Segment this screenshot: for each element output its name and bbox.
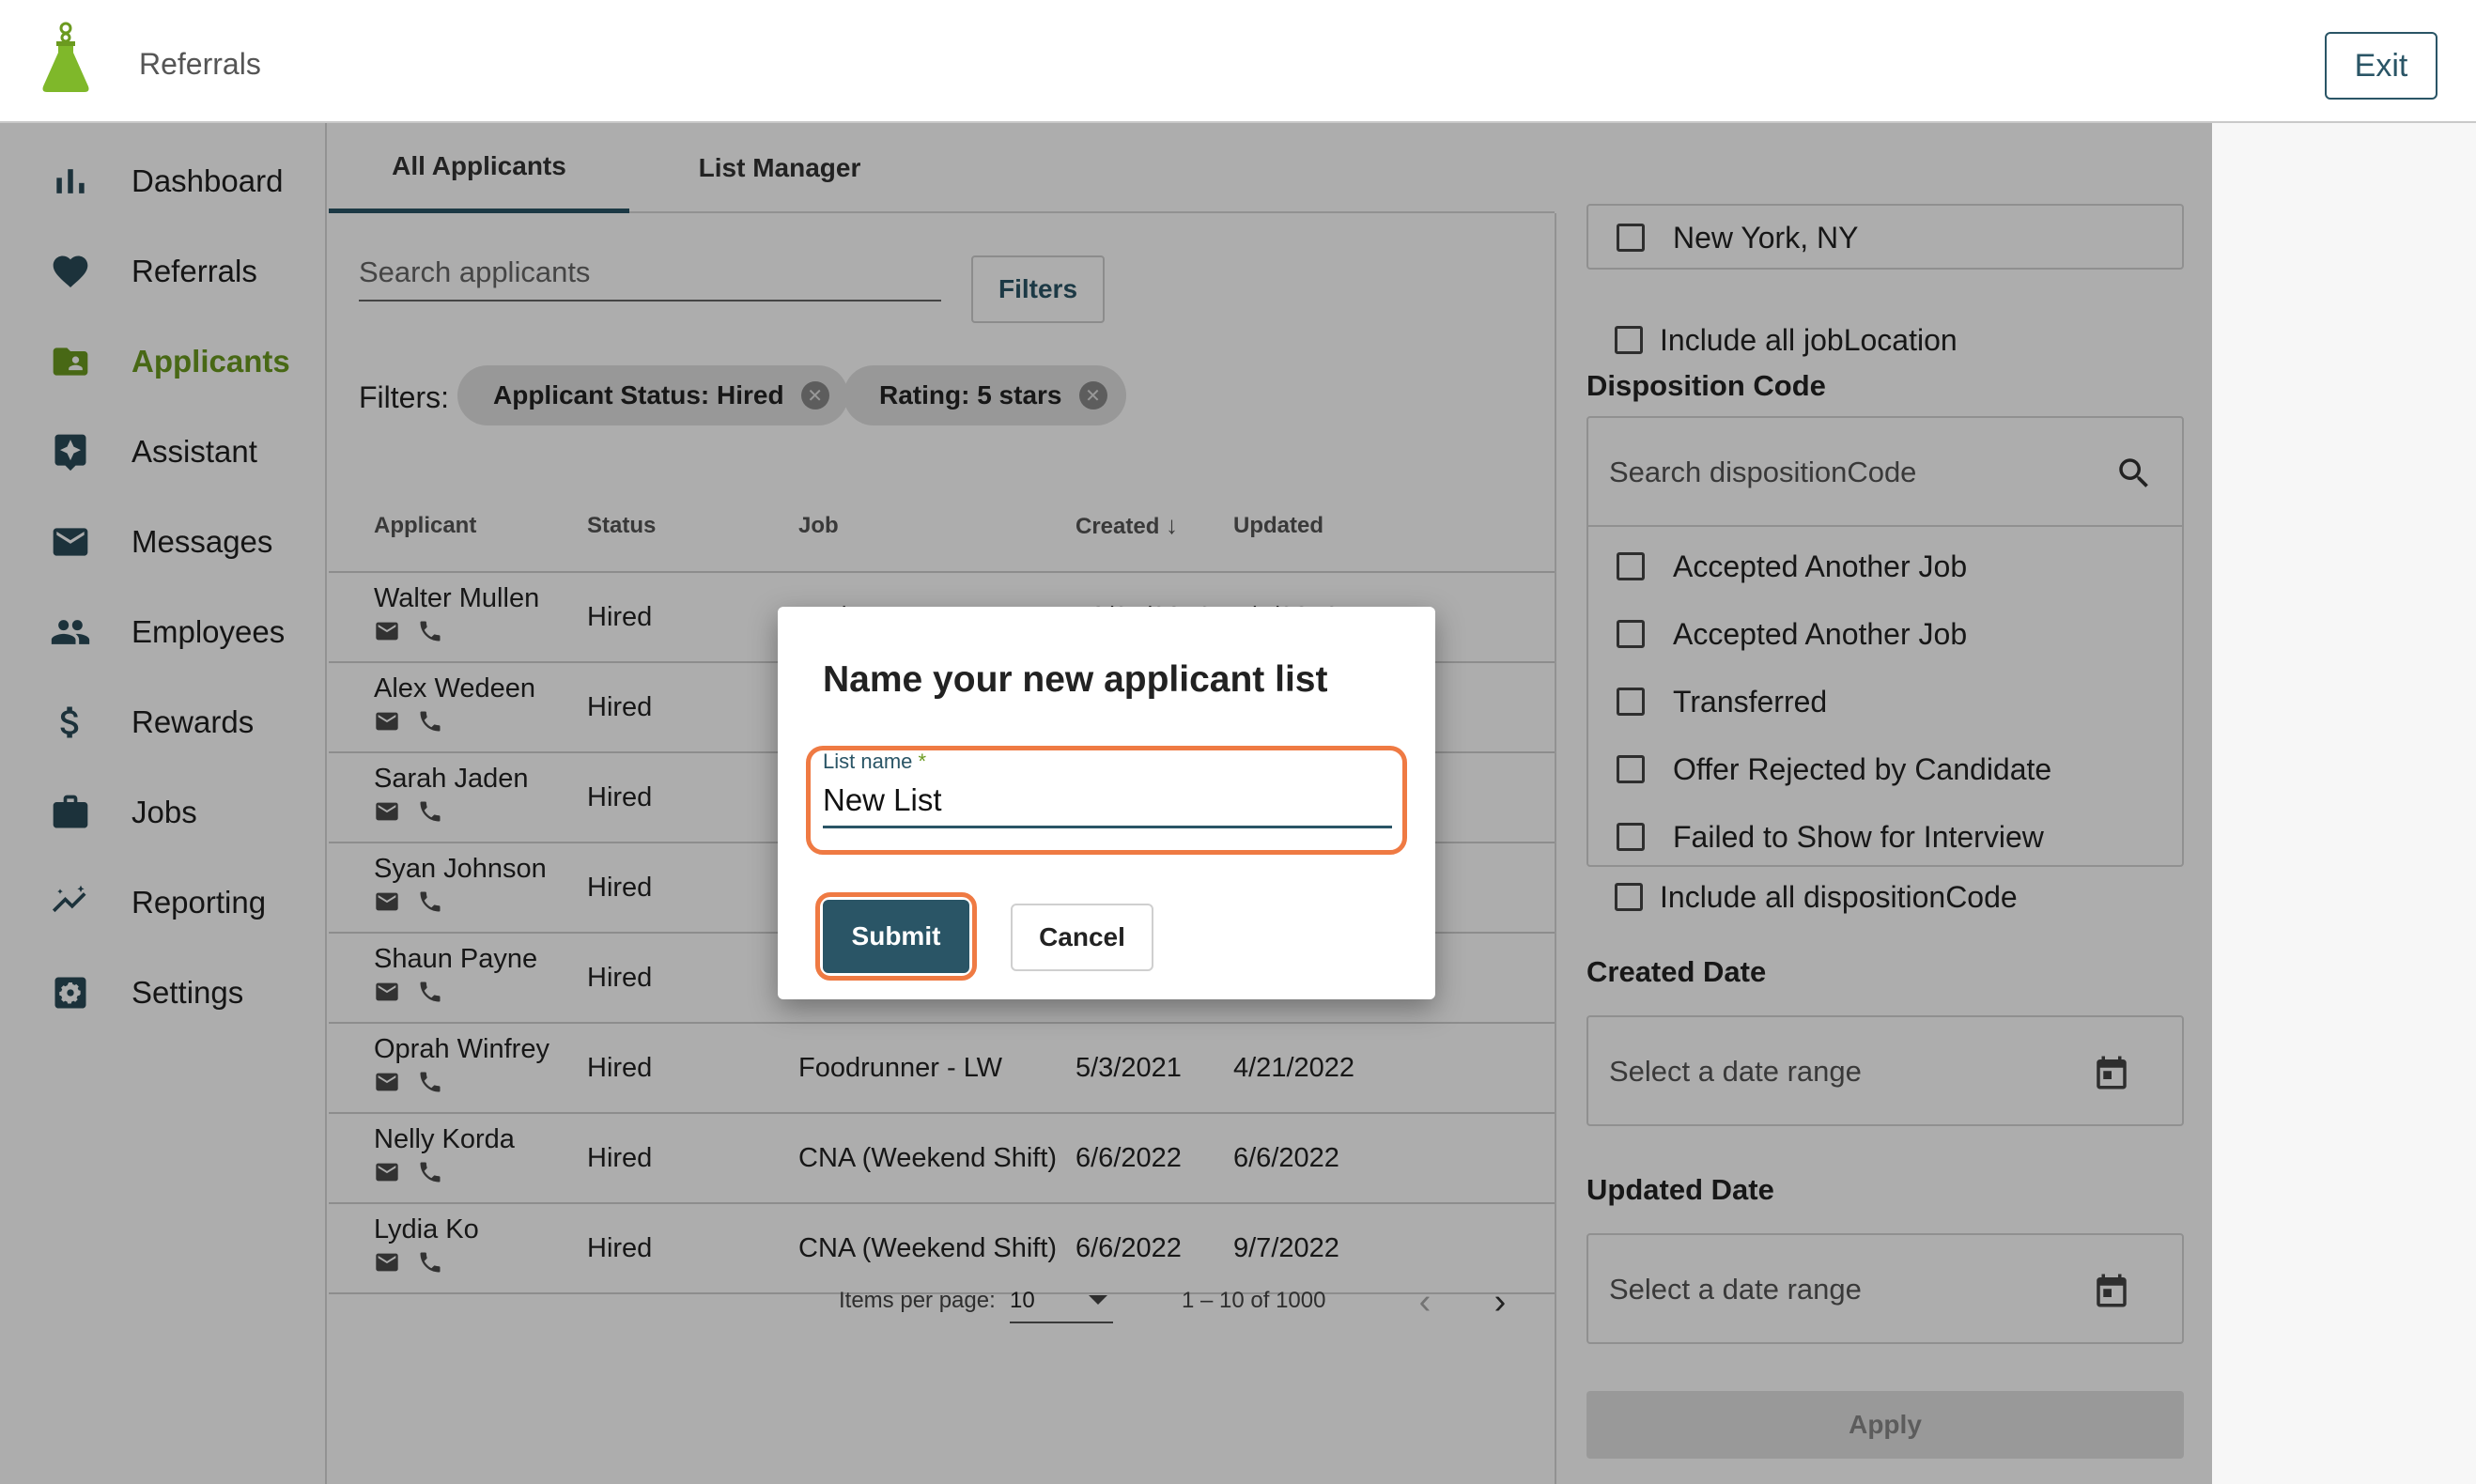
flask-logo-icon [42, 22, 89, 92]
top-bar: Referrals Exit [0, 0, 2476, 123]
new-list-dialog: Name your new applicant list List name *… [778, 607, 1435, 999]
list-name-label: List name * [823, 750, 926, 774]
right-blank-area [2212, 123, 2476, 1484]
cancel-button[interactable]: Cancel [1011, 904, 1153, 971]
list-name-label-text: List name [823, 750, 913, 773]
exit-button[interactable]: Exit [2325, 32, 2437, 100]
required-marker: * [918, 750, 927, 773]
list-name-input[interactable] [823, 774, 1392, 828]
dialog-title: Name your new applicant list [823, 659, 1328, 700]
submit-button[interactable]: Submit [823, 900, 969, 973]
app-title: Referrals [139, 47, 261, 81]
